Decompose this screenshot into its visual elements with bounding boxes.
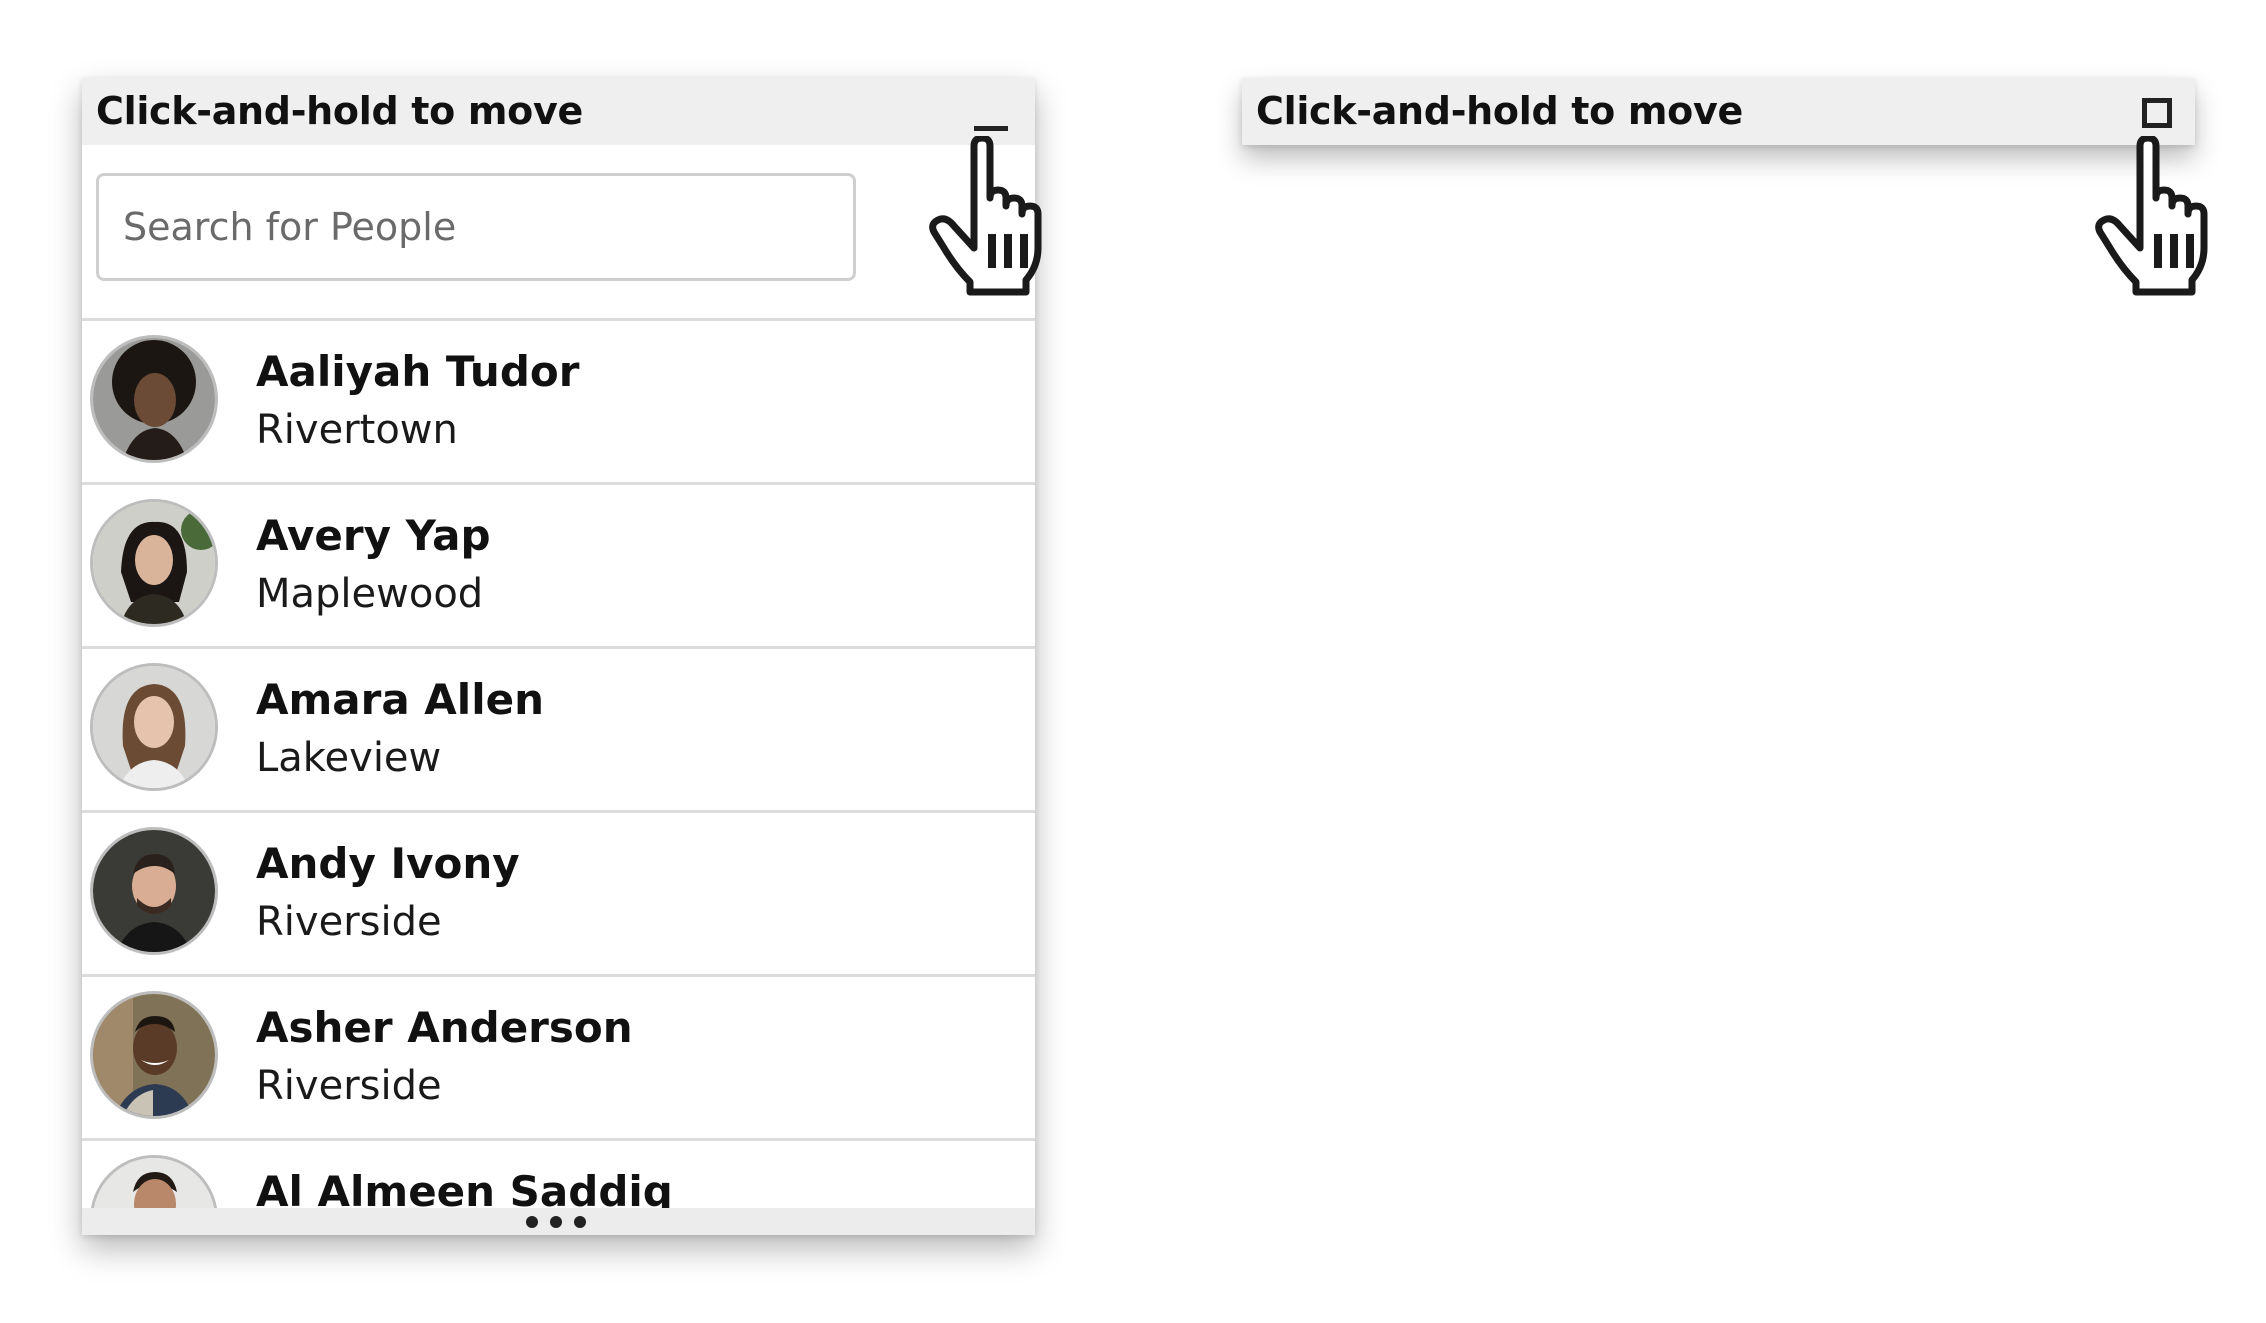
search-area	[82, 145, 1035, 321]
search-input[interactable]	[96, 173, 856, 281]
panel-title: Click-and-hold to move	[96, 89, 583, 133]
list-item[interactable]: Asher Anderson Riverside	[82, 977, 1035, 1141]
avatar	[90, 499, 218, 627]
person-name: Andy Ivony	[256, 839, 520, 888]
list-item[interactable]: Amara Allen Lakeview	[82, 649, 1035, 813]
person-location: Maplewood	[256, 571, 484, 617]
person-name: Avery Yap	[256, 511, 491, 560]
pointer-hand-icon	[929, 136, 1042, 296]
person-name: Amara Allen	[256, 675, 544, 724]
people-list: Aaliyah Tudor Rivertown Avery Yap Maplew…	[82, 321, 1035, 1208]
restore-square-icon[interactable]	[2142, 98, 2172, 128]
panel-titlebar-drag-handle[interactable]: Click-and-hold to move	[82, 78, 1035, 145]
avatar	[90, 1155, 218, 1208]
resize-handle[interactable]	[82, 1208, 1035, 1235]
list-item[interactable]: Avery Yap Maplewood	[82, 485, 1035, 649]
more-horizontal-icon	[526, 1216, 586, 1230]
person-name: Al Almeen Saddiq	[256, 1167, 673, 1208]
person-location: Riverside	[256, 899, 442, 945]
avatar	[90, 827, 218, 955]
person-location: Riverside	[256, 1063, 442, 1109]
avatar	[90, 991, 218, 1119]
people-panel: Click-and-hold to move Aaliyah Tudor Riv…	[82, 78, 1035, 1235]
person-name: Aaliyah Tudor	[256, 347, 580, 396]
person-location: Lakeview	[256, 735, 442, 781]
list-item[interactable]: Aaliyah Tudor Rivertown	[82, 321, 1035, 485]
collapsed-panel-title: Click-and-hold to move	[1256, 89, 1743, 133]
person-name: Asher Anderson	[256, 1003, 633, 1052]
pointer-hand-icon	[2095, 136, 2208, 296]
avatar	[90, 335, 218, 463]
list-item[interactable]: Andy Ivony Riverside	[82, 813, 1035, 977]
list-item[interactable]: Al Almeen Saddiq	[82, 1141, 1035, 1208]
minimize-icon[interactable]	[974, 126, 1008, 131]
person-location: Rivertown	[256, 407, 458, 453]
avatar	[90, 663, 218, 791]
collapsed-panel-titlebar-drag-handle[interactable]: Click-and-hold to move	[1242, 78, 2195, 145]
